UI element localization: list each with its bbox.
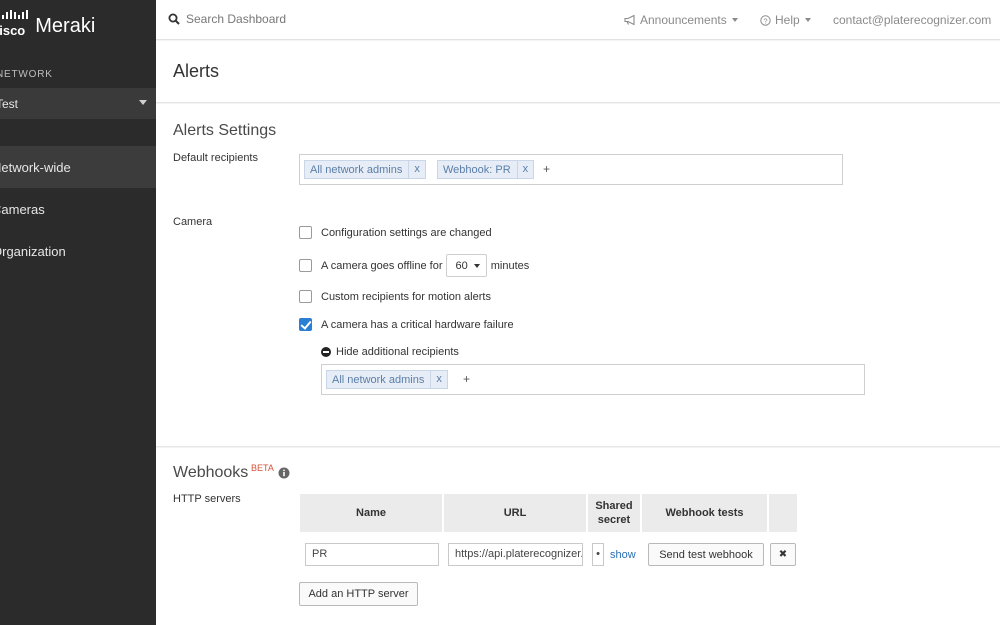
dropdown-arrow-icon: [804, 18, 811, 22]
hardware-failure-checkbox[interactable]: [299, 318, 312, 331]
meraki-wordmark: Meraki: [35, 14, 96, 37]
cisco-bars-icon: [2, 10, 28, 19]
add-http-server-button[interactable]: Add an HTTP server: [299, 582, 418, 606]
camera-label: Camera: [173, 216, 213, 228]
motion-recipients-checkbox[interactable]: [299, 290, 312, 303]
cisco-wordmark: cisco: [0, 22, 26, 38]
sidebar-item-cameras[interactable]: Cameras: [0, 188, 156, 230]
help-label: Help: [775, 13, 800, 27]
sidebar-item-label: Organization: [0, 244, 66, 259]
sidebar-item-label: Cameras: [0, 202, 45, 217]
remove-tag-button[interactable]: x: [516, 161, 534, 178]
help-menu[interactable]: ? Help: [760, 13, 811, 27]
hardware-failure-option[interactable]: A camera has a critical hardware failure: [299, 318, 514, 331]
offline-minutes-select[interactable]: 60: [446, 254, 487, 277]
config-changed-checkbox[interactable]: [299, 226, 312, 239]
recipient-tag: Webhook: PR x: [437, 160, 535, 179]
svg-text:?: ?: [763, 16, 767, 25]
hide-recipients-toggle[interactable]: Hide additional recipients: [321, 346, 459, 358]
option-label: A camera goes offline for: [321, 259, 443, 272]
caret-down-icon: [139, 100, 147, 105]
webhooks-title: Webhooks: [173, 464, 249, 481]
server-url-input[interactable]: https://api.platerecognizer.com: [448, 543, 583, 566]
recipient-tag-label: All network admins: [310, 163, 403, 176]
remove-tag-button[interactable]: x: [430, 371, 447, 388]
alerts-settings-panel: Alerts Settings Default recipients All n…: [156, 104, 1000, 447]
sidebar: cisco Meraki NETWORK Test Network-wide C…: [0, 0, 156, 625]
show-secret-link[interactable]: show: [610, 549, 636, 561]
option-label: A camera has a critical hardware failure: [321, 318, 514, 331]
column-header-name: Name: [300, 494, 442, 532]
offline-checkbox[interactable]: [299, 259, 312, 272]
network-selector[interactable]: Test: [0, 88, 156, 119]
column-header-url: URL: [444, 494, 586, 532]
dropdown-arrow-icon: [473, 263, 480, 268]
recipient-tag: All network admins x: [304, 160, 426, 179]
info-icon[interactable]: [278, 467, 290, 479]
recipient-tag: All network admins x: [326, 370, 448, 389]
top-bar: Announcements ? Help contact@platerecogn…: [156, 0, 1000, 40]
option-label: minutes: [490, 259, 530, 272]
sidebar-item-label: Network-wide: [0, 160, 71, 175]
alerts-settings-title: Alerts Settings: [173, 122, 277, 139]
remove-tag-button[interactable]: x: [408, 161, 425, 178]
sidebar-item-network-wide[interactable]: Network-wide: [0, 146, 156, 188]
account-menu[interactable]: contact@platerecognizer.com: [833, 13, 991, 27]
meraki-logo[interactable]: cisco Meraki: [0, 10, 95, 42]
default-recipients-label: Default recipients: [173, 152, 258, 164]
account-email: contact@platerecognizer.com: [833, 13, 992, 27]
server-name-input[interactable]: PR: [305, 543, 439, 566]
beta-badge: BETA: [251, 463, 274, 473]
page-header: Alerts: [156, 41, 1000, 103]
config-changed-option[interactable]: Configuration settings are changed: [299, 226, 492, 239]
search-area: [168, 12, 346, 26]
megaphone-icon: [624, 15, 635, 25]
delete-server-button[interactable]: ✖: [770, 543, 796, 566]
minus-circle-icon: [321, 347, 331, 357]
add-recipient-button[interactable]: +: [543, 162, 550, 176]
send-test-webhook-button[interactable]: Send test webhook: [648, 543, 764, 566]
sidebar-item-organization[interactable]: Organization: [0, 230, 156, 272]
hide-recipients-label: Hide additional recipients: [336, 346, 459, 358]
column-header-shared-secret: Shared secret: [588, 494, 640, 532]
recipient-tag-label: Webhook: PR: [443, 163, 511, 176]
option-label: Custom recipients for motion alerts: [321, 290, 491, 303]
announcements-label: Announcements: [640, 13, 727, 27]
network-selected-value: Test: [0, 97, 19, 111]
default-recipients-input[interactable]: All network admins x Webhook: PR x +: [299, 154, 843, 185]
option-label: Configuration settings are changed: [321, 226, 492, 239]
additional-recipients-input[interactable]: All network admins x +: [321, 364, 865, 395]
page-title: Alerts: [173, 61, 220, 81]
motion-recipients-option[interactable]: Custom recipients for motion alerts: [299, 290, 491, 303]
search-input[interactable]: [186, 12, 346, 26]
column-header-webhook-tests: Webhook tests: [642, 494, 767, 532]
search-icon: [168, 13, 180, 25]
shared-secret-input[interactable]: •: [592, 543, 604, 566]
dropdown-arrow-icon: [731, 18, 738, 22]
webhooks-panel: Webhooks BETA HTTP servers Name URL Shar…: [156, 448, 1000, 625]
announcements-menu[interactable]: Announcements: [624, 13, 738, 27]
column-header-actions: [769, 494, 797, 532]
network-label: NETWORK: [0, 69, 53, 80]
http-servers-label: HTTP servers: [173, 493, 241, 505]
offline-option[interactable]: A camera goes offline for 60 minutes: [299, 254, 529, 277]
add-recipient-button[interactable]: +: [463, 372, 470, 386]
help-circle-icon: ?: [760, 14, 771, 26]
recipient-tag-label: All network admins: [332, 373, 425, 386]
offline-minutes-value: 60: [455, 259, 468, 272]
